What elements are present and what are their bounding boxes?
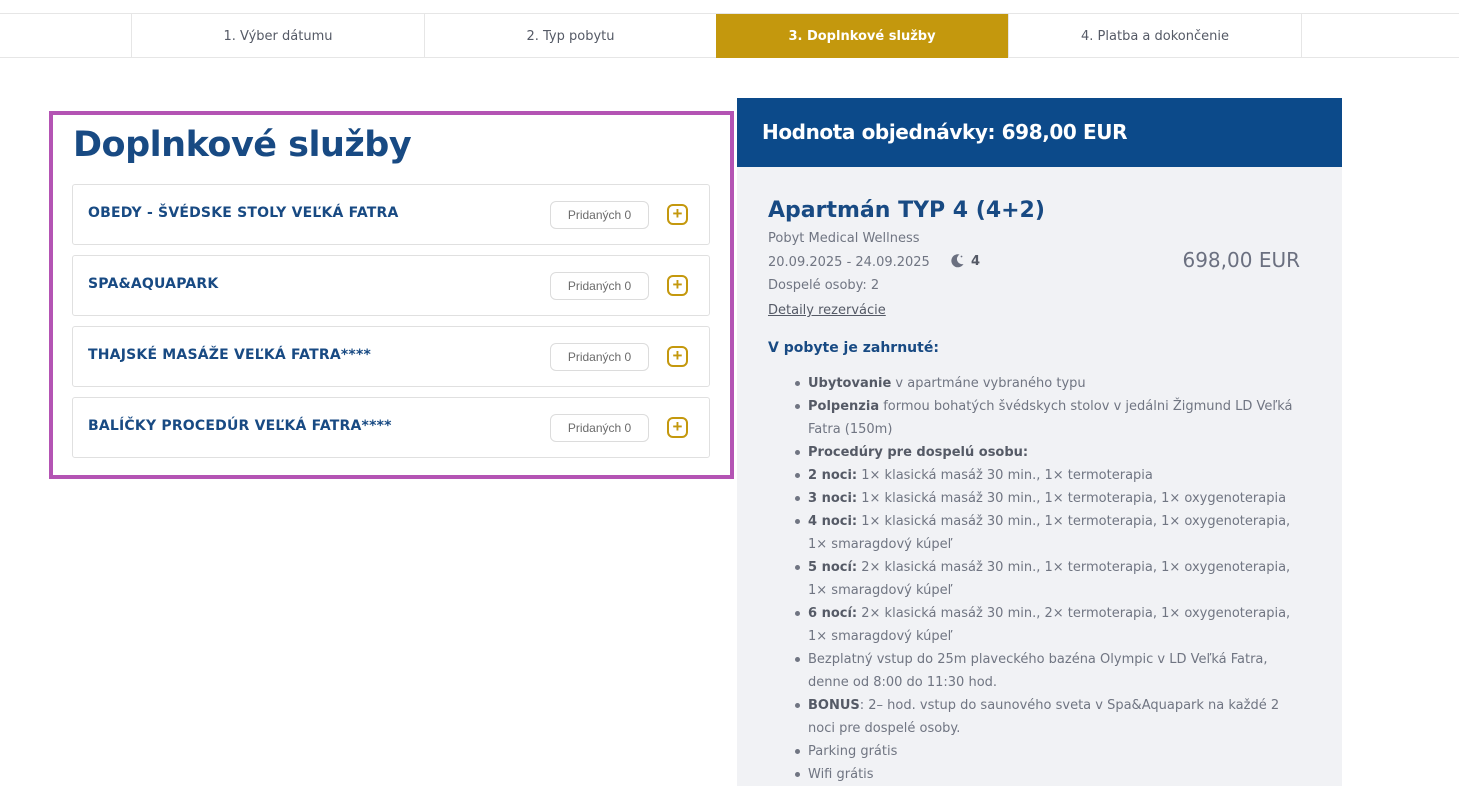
apartment-title: Apartmán TYP 4 (4+2) (768, 198, 1045, 223)
nights-value: 4 (971, 253, 981, 269)
adults-count: Dospelé osoby: 2 (768, 278, 880, 293)
added-count: Pridaných 0 (550, 201, 649, 229)
list-item: Polpenzia formou bohatých švédskych stol… (795, 395, 1308, 441)
list-item: 4 noci: 1× klasická masáž 30 min., 1× te… (795, 510, 1308, 556)
plus-icon[interactable]: + (667, 346, 688, 367)
order-total-header: Hodnota objednávky: 698,00 EUR (737, 98, 1342, 167)
plus-icon[interactable]: + (667, 417, 688, 438)
service-name: OBEDY - ŠVÉDSKE STOLY VEĽKÁ FATRA (88, 205, 399, 221)
step-date[interactable]: 1. Výber dátumu (131, 14, 424, 58)
included-list: Ubytovanie v apartmáne vybraného typu Po… (795, 372, 1308, 786)
order-price: 698,00 EUR (1182, 248, 1300, 272)
plus-icon[interactable]: + (667, 204, 688, 225)
service-row-thai-massage: THAJSKÉ MASÁŽE VEĽKÁ FATRA**** Pridaných… (72, 326, 710, 387)
checkout-steps: 1. Výber dátumu 2. Typ pobytu 3. Doplnko… (0, 13, 1459, 58)
stay-type: Pobyt Medical Wellness (768, 231, 920, 246)
list-item: 2 noci: 1× klasická masáž 30 min., 1× te… (795, 464, 1308, 487)
service-name: THAJSKÉ MASÁŽE VEĽKÁ FATRA**** (88, 347, 371, 363)
nights-count: 4 (949, 253, 980, 269)
added-count: Pridaných 0 (550, 272, 649, 300)
list-item: Ubytovanie v apartmáne vybraného typu (795, 372, 1308, 395)
service-name: BALÍČKY PROCEDÚR VEĽKÁ FATRA**** (88, 418, 392, 434)
list-item: Parking grátis (795, 740, 1308, 763)
moon-icon (951, 254, 964, 268)
list-item: BONUS: 2– hod. vstup do saunového sveta … (795, 694, 1308, 740)
services-title: Doplnkové služby (73, 125, 412, 165)
step-payment[interactable]: 4. Platba a dokončenie (1008, 14, 1302, 58)
list-item: 5 nocí: 2× klasická masáž 30 min., 1× te… (795, 556, 1308, 602)
service-row-lunch: OBEDY - ŠVÉDSKE STOLY VEĽKÁ FATRA Pridan… (72, 184, 710, 245)
step-extra-services[interactable]: 3. Doplnkové služby (716, 14, 1008, 58)
included-title: V pobyte je zahrnuté: (768, 340, 939, 356)
service-name: SPA&AQUAPARK (88, 276, 219, 292)
list-item: Wifi grátis (795, 763, 1308, 786)
list-item: 3 noci: 1× klasická masáž 30 min., 1× te… (795, 487, 1308, 510)
plus-icon[interactable]: + (667, 275, 688, 296)
stay-dates: 20.09.2025 - 24.09.2025 (768, 255, 930, 270)
added-count: Pridaných 0 (550, 343, 649, 371)
list-item: 6 nocí: 2× klasická masáž 30 min., 2× te… (795, 602, 1308, 648)
order-summary: Apartmán TYP 4 (4+2) Pobyt Medical Welln… (737, 167, 1342, 786)
added-count: Pridaných 0 (550, 414, 649, 442)
reservation-details-link[interactable]: Detaily rezervácie (768, 303, 886, 318)
list-item: Procedúry pre dospelú osobu: (795, 441, 1308, 464)
extra-services-panel: Doplnkové služby OBEDY - ŠVÉDSKE STOLY V… (49, 111, 734, 479)
service-row-spa: SPA&AQUAPARK Pridaných 0 + (72, 255, 710, 316)
service-row-procedures: BALÍČKY PROCEDÚR VEĽKÁ FATRA**** Pridaný… (72, 397, 710, 458)
list-item: Bezplatný vstup do 25m plaveckého bazéna… (795, 648, 1308, 694)
step-stay-type[interactable]: 2. Typ pobytu (424, 14, 716, 58)
